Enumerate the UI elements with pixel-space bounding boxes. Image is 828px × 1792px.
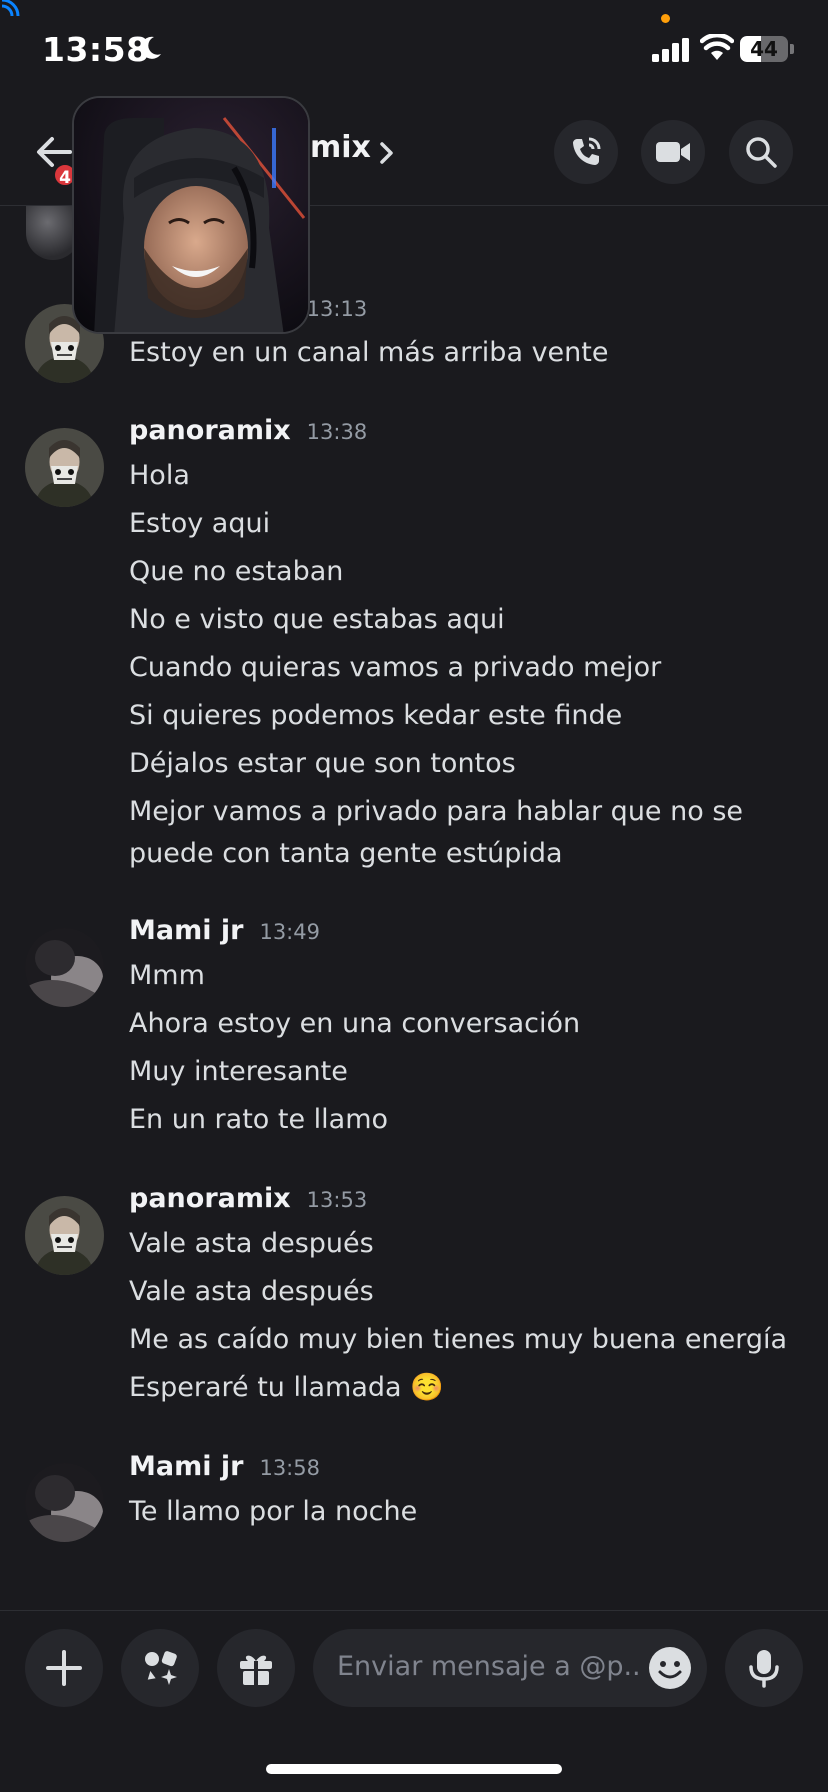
gift-icon [240,1655,272,1685]
message-timestamp: 13:58 [259,1456,320,1480]
message-text[interactable]: Si quieres podemos kedar este finde [129,695,799,737]
microphone-icon [749,1650,779,1688]
message-header: panoramix 13:53 [129,1183,367,1214]
message-timestamp: 13:38 [306,420,368,444]
phone-call-icon [573,137,601,165]
wifi-icon [700,34,734,60]
avatar[interactable] [25,1463,104,1542]
message-text[interactable]: Que no estaban [129,551,799,593]
message-timestamp: 13:49 [259,920,320,944]
search-icon [746,137,777,168]
voice-call-button[interactable] [554,120,618,184]
message-author[interactable]: panoramix [129,415,291,446]
message-header: panoramix 13:38 [129,415,367,446]
message-author[interactable]: Mami jr [129,1451,243,1482]
status-bar: 13:58 44 [0,0,828,100]
message-timestamp: 13:13 [306,297,368,321]
plus-icon [46,1650,82,1686]
battery-level: 44 [750,37,778,61]
emoji-icon[interactable] [647,1645,693,1691]
message-text[interactable]: Estoy aqui [129,503,799,545]
message-input-placeholder: Enviar mensaje a @p.. [337,1651,641,1682]
moon-icon [140,36,161,59]
message-author[interactable]: Mami jr [129,915,243,946]
message-text[interactable]: Ahora estoy en una conversación [129,1003,799,1045]
apps-icon [145,1651,177,1685]
signal-icon [652,38,689,62]
home-indicator[interactable] [266,1764,562,1774]
message-text[interactable]: Vale asta después [129,1271,799,1313]
message-text[interactable]: Te llamo por la noche [129,1491,799,1533]
message-text[interactable]: Vale asta después [129,1223,799,1265]
message-text[interactable]: Me as caído muy bien tienes muy buena en… [129,1319,799,1361]
attach-button[interactable] [25,1629,103,1707]
active-call-indicator-icon [1,0,20,17]
apps-button[interactable] [121,1629,199,1707]
message-text[interactable]: Cuando quieras vamos a privado mejor [129,647,799,689]
avatar[interactable] [25,928,104,1007]
message-text[interactable]: Hola [129,455,799,497]
message-text[interactable]: Mmm [129,955,799,997]
message-text[interactable]: Esperaré tu llamada ☺️ [129,1367,799,1409]
message-header: Mami jr 13:49 [129,915,320,946]
message-author[interactable]: panoramix [129,1183,291,1214]
search-button[interactable] [729,120,793,184]
avatar[interactable] [25,428,104,507]
battery-icon: 44 [740,36,794,62]
video-camera-icon [656,142,690,162]
message-text[interactable]: Estoy en un canal más arriba vente [129,332,799,374]
message-text[interactable]: En un rato te llamo [129,1099,799,1141]
avatar[interactable] [25,1196,104,1275]
message-header: Mami jr 13:58 [129,1451,320,1482]
status-time: 13:58 [42,30,150,69]
video-pip-window[interactable] [72,96,310,334]
message-text[interactable]: puede con tanta gente estúpida [129,833,799,875]
message-timestamp: 13:53 [306,1188,368,1212]
voice-message-button[interactable] [725,1629,803,1707]
message-text[interactable]: Muy interesante [129,1051,799,1093]
dm-recipient-name[interactable]: mix [310,130,371,165]
message-text[interactable]: Mejor vamos a privado para hablar que no… [129,791,799,833]
message-input[interactable]: Enviar mensaje a @p.. [313,1629,707,1707]
chevron-right-icon[interactable] [376,138,398,168]
message-text[interactable]: No e visto que estabas aqui [129,599,799,641]
privacy-indicator-dot [661,14,670,23]
message-text[interactable]: Déjalos estar que son tontos [129,743,799,785]
gift-button[interactable] [217,1629,295,1707]
video-stream-image [74,98,308,332]
video-call-button[interactable] [641,120,705,184]
